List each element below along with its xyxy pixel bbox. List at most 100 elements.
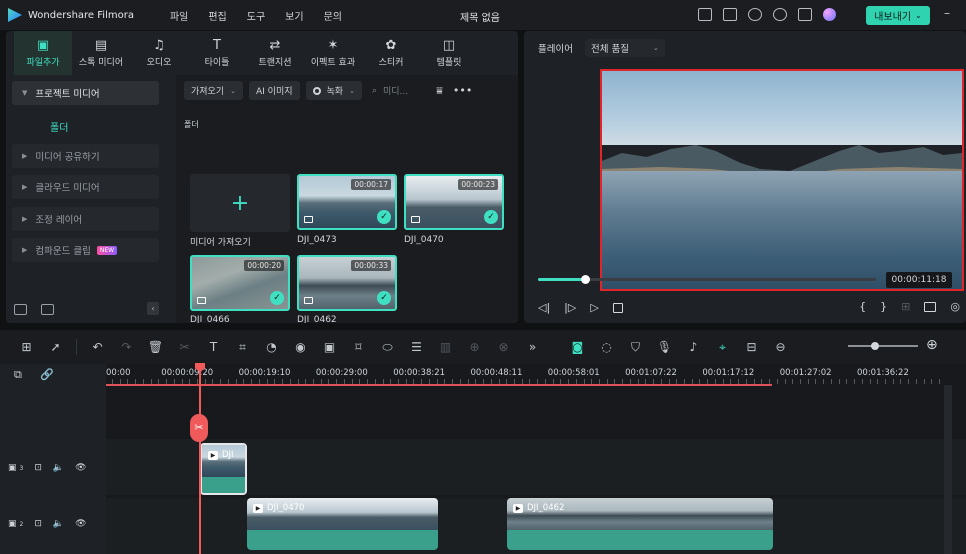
zoom-out-icon[interactable]: ⊖ [766, 340, 795, 354]
menu-view[interactable]: 보기 [275, 8, 313, 23]
media-thumb-dji-0462[interactable]: 00:00:33 ✓ [297, 255, 397, 311]
ai-portrait-icon[interactable]: ▣ [315, 340, 344, 354]
speed-icon[interactable]: ◔ [257, 340, 286, 354]
crop-icon[interactable]: ⌗ [228, 340, 257, 355]
delete-icon[interactable]: 🗑 [141, 340, 170, 354]
tab-stickers[interactable]: ✿ 스티커 [362, 31, 420, 75]
media-thumb-dji-0470[interactable]: 00:00:23 ✓ [404, 174, 504, 230]
tab-effects[interactable]: ✶ 이펙트 효과 [304, 31, 362, 75]
filter-icon[interactable]: ⩸ [436, 84, 443, 98]
mask-icon[interactable]: ⬭ [373, 340, 402, 355]
timeline-clip-dji[interactable]: ▶ DJI [200, 443, 247, 495]
layout-icon[interactable] [698, 8, 712, 21]
auto-ripple-icon[interactable]: ◌ [592, 340, 621, 354]
microphone-icon[interactable]: 🎙 [650, 340, 679, 354]
split-scissors-button[interactable]: ✂ [190, 414, 208, 442]
more-icon[interactable]: ••• [453, 84, 472, 97]
cut-icon[interactable]: ✂ [170, 340, 199, 354]
redo-icon[interactable]: ↷ [112, 340, 141, 354]
timeline-clip-dji-0470[interactable]: ▶ DJI_0470 [247, 498, 438, 550]
avatar[interactable] [823, 8, 836, 21]
new-folder-icon[interactable] [14, 304, 27, 315]
eye-icon[interactable]: 👁 [75, 519, 86, 529]
layout-switch-icon[interactable]: ⊞ [12, 340, 41, 354]
support-headset-icon[interactable] [773, 8, 787, 21]
folder-lock-icon[interactable]: ⊡ [34, 519, 42, 529]
timeline-ruler[interactable]: 00:00 00:00:09:20 00:00:19:10 00:00:29:00 00… [106, 364, 966, 386]
collapse-sidebar-button[interactable]: ‹ [147, 302, 159, 315]
playhead[interactable] [199, 364, 201, 554]
menu-edit[interactable]: 편집 [198, 8, 236, 23]
display-settings-icon[interactable] [924, 301, 937, 312]
text-tool-icon[interactable]: T [199, 340, 228, 354]
undo-icon[interactable]: ↶ [83, 340, 112, 354]
sidebar-item-adjustment-layer[interactable]: ▶ 조정 레이어 [12, 207, 159, 231]
keyframe-icon[interactable]: ⊗ [489, 340, 518, 354]
zoom-slider[interactable] [848, 345, 918, 347]
render-icon[interactable]: ◙ [563, 340, 592, 354]
menu-file[interactable]: 파일 [160, 8, 198, 23]
volume-icon[interactable]: 🔈 [53, 463, 64, 473]
select-tool-icon[interactable]: ➚ [41, 340, 70, 354]
timeline-scrollbar[interactable] [944, 385, 952, 554]
record-dropdown[interactable]: 녹화 ⌄ [305, 81, 362, 100]
snapshot-icon[interactable]: ◎ [950, 300, 960, 313]
tab-templates[interactable]: ◫ 템플릿 [420, 31, 478, 75]
save-icon[interactable] [723, 8, 737, 21]
progress-handle[interactable] [581, 275, 591, 284]
sidebar-item-compound-clip[interactable]: ▶ 컴파운드 클립 NEW [12, 238, 159, 262]
tab-audio[interactable]: ♫ 오디오 [130, 31, 188, 75]
sidebar-item-folder[interactable]: 폴더 [50, 119, 68, 134]
video-preview[interactable] [600, 69, 964, 291]
eye-icon[interactable]: 👁 [75, 463, 86, 473]
play-icon[interactable]: ▷ [590, 301, 598, 314]
timeline-clip-dji-0462[interactable]: ▶ DJI_0462 [507, 498, 773, 550]
menu-tools[interactable]: 도구 [237, 8, 275, 23]
mark-in-icon[interactable]: { [859, 300, 866, 313]
tab-titles[interactable]: T 타이틀 [188, 31, 246, 75]
minimize-icon[interactable]: – [944, 6, 950, 20]
progress-fill [538, 278, 586, 281]
mark-out-icon[interactable]: } [880, 300, 887, 313]
gift-icon[interactable] [798, 8, 812, 21]
snap-icon[interactable]: ⌖ [708, 340, 737, 355]
menu-help[interactable]: 문의 [314, 8, 352, 23]
volume-icon[interactable]: 🔈 [53, 519, 64, 529]
media-thumb-dji-0466[interactable]: 00:00:20 ✓ [190, 255, 290, 311]
motion-track-icon[interactable]: ⊕ [460, 340, 489, 354]
tab-transitions[interactable]: ⇄ 트랜지션 [246, 31, 304, 75]
export-button[interactable]: 내보내기 ⌄ [866, 6, 930, 25]
timeline[interactable]: 00:00 00:00:09:20 00:00:19:10 00:00:29:00 00… [106, 364, 966, 554]
cloud-upload-icon[interactable] [748, 8, 762, 21]
marker-icon[interactable]: ⛉ [621, 340, 650, 355]
sidebar-item-project-media[interactable]: ▼ 프로젝트 미디어 [12, 81, 159, 105]
insert-icon[interactable]: ⊞ [901, 300, 910, 313]
zoom-slider-handle[interactable] [871, 342, 879, 350]
search-input[interactable]: ⌕ 미디... [372, 84, 408, 98]
zoom-in-icon[interactable]: ⊕ [926, 337, 938, 353]
smart-crop-icon[interactable]: ⌑ [344, 340, 373, 354]
tab-import-media[interactable]: ▣ 파일추가 [14, 31, 72, 75]
folder-lock-icon[interactable]: ⊡ [34, 463, 42, 473]
more-tools-icon[interactable]: » [518, 340, 547, 354]
step-forward-icon[interactable]: |▷ [564, 301, 576, 314]
sidebar-item-shared-media[interactable]: ▶ 미디어 공유하기 [12, 144, 159, 168]
audio-wave-icon[interactable]: ▥ [431, 340, 460, 354]
tab-stock-media[interactable]: ▤ 스톡 미디어 [72, 31, 130, 75]
ai-image-button[interactable]: AI 이미지 [249, 81, 300, 100]
adjust-icon[interactable]: ☰ [402, 340, 431, 354]
fit-icon[interactable]: ⊟ [737, 340, 766, 354]
folder-icon[interactable] [41, 304, 54, 315]
playback-progress-bar[interactable] [538, 275, 876, 284]
step-back-icon[interactable]: ◁| [538, 301, 550, 314]
color-icon[interactable]: ◉ [286, 340, 315, 354]
stop-icon[interactable] [612, 302, 623, 313]
media-thumb-dji-0473[interactable]: 00:00:17 ✓ [297, 174, 397, 230]
import-media-button[interactable]: + [190, 174, 290, 232]
sidebar-item-cloud-media[interactable]: ▶ 클라우드 미디어 [12, 175, 159, 199]
audio-mix-icon[interactable]: ♪ [679, 340, 708, 354]
import-dropdown[interactable]: 가져오기 ⌄ [184, 81, 243, 100]
quality-dropdown[interactable]: 전체 품질 ⌄ [584, 39, 665, 57]
add-track-icon[interactable]: ⧉ [14, 368, 22, 382]
link-icon[interactable]: 🔗 [40, 368, 54, 381]
